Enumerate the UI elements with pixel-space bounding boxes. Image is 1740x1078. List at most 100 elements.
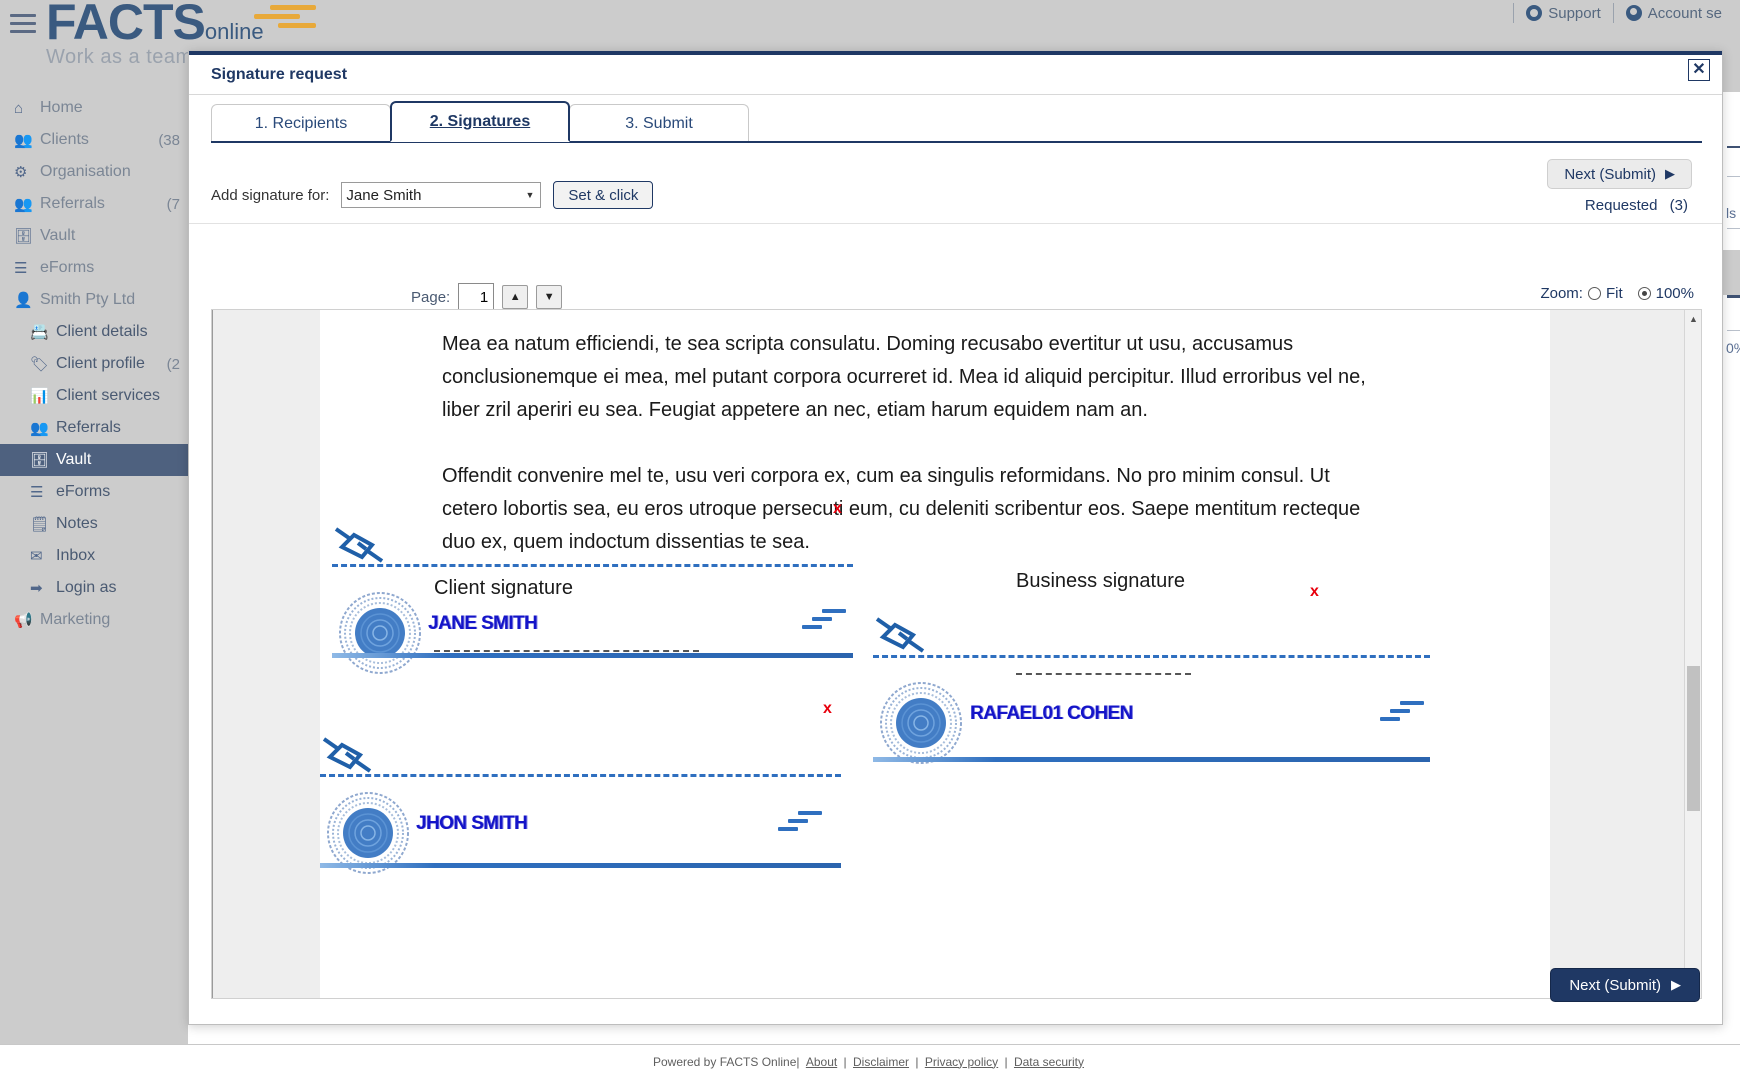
sidebar-item-label: eForms [56,483,111,500]
sidebar-item-client-details[interactable]: 📇 Client details [0,316,188,348]
sidebar-item-marketing[interactable]: 📢 Marketing [0,604,188,636]
sidebar-item-referrals[interactable]: 👥 Referrals [0,412,188,444]
signature-solid-line [873,757,1430,762]
clients-icon: 👥 [14,132,33,149]
tab-2-signatures[interactable]: 2. Signatures [390,101,570,142]
sidebar-item-label: Home [40,99,83,116]
sidebar-item-label: Inbox [56,547,96,564]
sidebar-item-clients[interactable]: 👥 Clients (38 [0,124,188,156]
support-link[interactable]: Support [1513,3,1613,23]
scrollbar-thumb[interactable] [1687,666,1700,811]
next-submit-label-bottom: Next (Submit) [1569,976,1661,994]
placement-marker-x[interactable]: x [823,700,832,718]
sidebar-item-referrals[interactable]: 👥 Referrals (7 [0,188,188,220]
page-up-button[interactable]: ▲ [502,285,529,309]
account-settings-link[interactable]: Account se [1612,3,1734,23]
tab-1-recipients[interactable]: 1. Recipients [211,104,391,142]
viewer-vertical-scrollbar[interactable]: ▲ ▼ [1684,310,1701,998]
signature-block-client[interactable]: Client signature JANE SMITH [332,525,857,674]
support-label: Support [1548,4,1601,22]
page-navigation: Page: ▲ ▼ [411,283,563,311]
document-paragraph-1: Mea ea natum efficiendi, te sea scripta … [442,333,1366,421]
seal-icon-svg [880,682,962,764]
organisation-icon: ⚙ [14,164,28,181]
add-signature-label: Add signature for: [211,186,330,204]
sidebar-item-login-as[interactable]: ➡ Login as [0,572,188,604]
viewer-left-edge [212,310,213,998]
signer-select[interactable]: Jane SmithJhon SmithRafael01 Cohen [341,182,542,208]
set-and-click-button[interactable]: Set & click [553,181,654,209]
zoom-label: Zoom: [1540,285,1583,302]
zoom-controls: Zoom: Fit 100% [1540,285,1694,302]
signature-block-second-client[interactable]: JHON SMITH [320,735,845,875]
tab-label: 1. Recipients [254,114,348,132]
add-signature-row: Add signature for: Jane SmithJhon SmithR… [211,181,654,209]
bg-fragment-text: ls [1726,205,1737,221]
sidebar-item-label: Marketing [40,611,111,628]
pen-icon-svg [875,617,925,653]
bg-fragment-panel [1723,250,1740,295]
page-number-input[interactable] [458,283,495,311]
next-submit-button-bottom[interactable]: Next (Submit) ▶ [1550,968,1700,1002]
sidebar-item-eforms[interactable]: ☰ eForms [0,252,188,284]
sidebar-item-count: (7 [166,195,180,213]
zoom-fit-radio[interactable] [1587,287,1601,300]
pen-icon [320,735,376,775]
modal-header: Signature request [189,55,1722,95]
sidebar-item-inbox[interactable]: ✉ Inbox [0,540,188,572]
tab-label: 2. Signatures [429,112,531,130]
id-card-icon: 📇 [30,324,49,341]
sidebar-item-label: Smith Pty Ltd [40,291,136,308]
page-down-button[interactable]: ▼ [536,285,563,309]
sidebar-item-eforms[interactable]: ☰ eForms [0,476,188,508]
sidebar-item-label: Referrals [40,195,105,212]
hamburger-bar [10,14,36,17]
zoom-100-radio[interactable] [1637,287,1651,300]
megaphone-icon: 📢 [14,612,33,629]
notes-icon: 🗒 [30,516,50,533]
signature-inner-dash [434,650,699,652]
signature-name-jhon-smith: JHON SMITH [416,813,528,834]
bg-fragment-line [1727,146,1740,148]
requested-label-text: Requested [1584,197,1658,214]
signature-block-business[interactable]: Business signature x RAFAEL01 COHEN [873,525,1433,770]
sidebar-item-vault[interactable]: 🗄 Vault [0,444,188,476]
footer-powered-by: Powered by FACTS Online [652,1054,797,1069]
placement-marker-x[interactable]: x [1310,583,1319,601]
footer-separator: | [1001,1054,1011,1069]
modal-divider [189,223,1722,224]
tag-icon: 🏷 [30,356,50,373]
sidebar-item-count: (38 [158,131,180,149]
zoom-100-label: 100% [1655,285,1694,302]
tab-3-submit[interactable]: 3. Submit [569,104,749,142]
business-signature-caption: Business signature [1016,570,1185,592]
footer-separator: | [840,1054,850,1069]
footer-link-about[interactable]: About [806,1055,837,1069]
seal-icon-svg [339,592,421,674]
sidebar-item-label: Vault [56,451,92,468]
signature-solid-line [332,653,853,658]
close-icon[interactable]: ✕ [1688,59,1710,81]
scroll-up-arrow-icon[interactable]: ▲ [1685,310,1701,327]
next-submit-button-top[interactable]: Next (Submit) ▶ [1547,159,1692,189]
bg-fragment-line [1727,330,1740,331]
sidebar-item-vault[interactable]: 🗄 Vault [0,220,188,252]
footer-link-data-security[interactable]: Data security [1014,1055,1084,1069]
sidebar-item-label: Notes [56,515,98,532]
sidebar-item-smith-pty-ltd[interactable]: 👤 Smith Pty Ltd [0,284,188,316]
placement-marker-x[interactable]: x [833,500,842,518]
chart-icon: 📊 [30,388,49,405]
footer-link-disclaimer[interactable]: Disclaimer [853,1055,909,1069]
sidebar-item-label: Clients [40,131,89,148]
modal-title: Signature request [211,65,348,83]
sidebar-item-client-services[interactable]: 📊 Client services [0,380,188,412]
sidebar-item-organisation[interactable]: ⚙ Organisation [0,156,188,188]
play-arrow-icon: ▶ [1671,977,1681,992]
document-viewer[interactable]: Mea ea natum efficiendi, te sea scripta … [211,309,1702,999]
eforms-icon: ☰ [30,484,44,501]
sidebar-item-client-profile[interactable]: 🏷 Client profile (2 [0,348,188,380]
hamburger-menu-icon[interactable] [10,14,36,34]
sidebar-item-home[interactable]: ⌂ Home [0,92,188,124]
sidebar-item-notes[interactable]: 🗒 Notes [0,508,188,540]
footer-link-privacy-policy[interactable]: Privacy policy [925,1055,998,1069]
